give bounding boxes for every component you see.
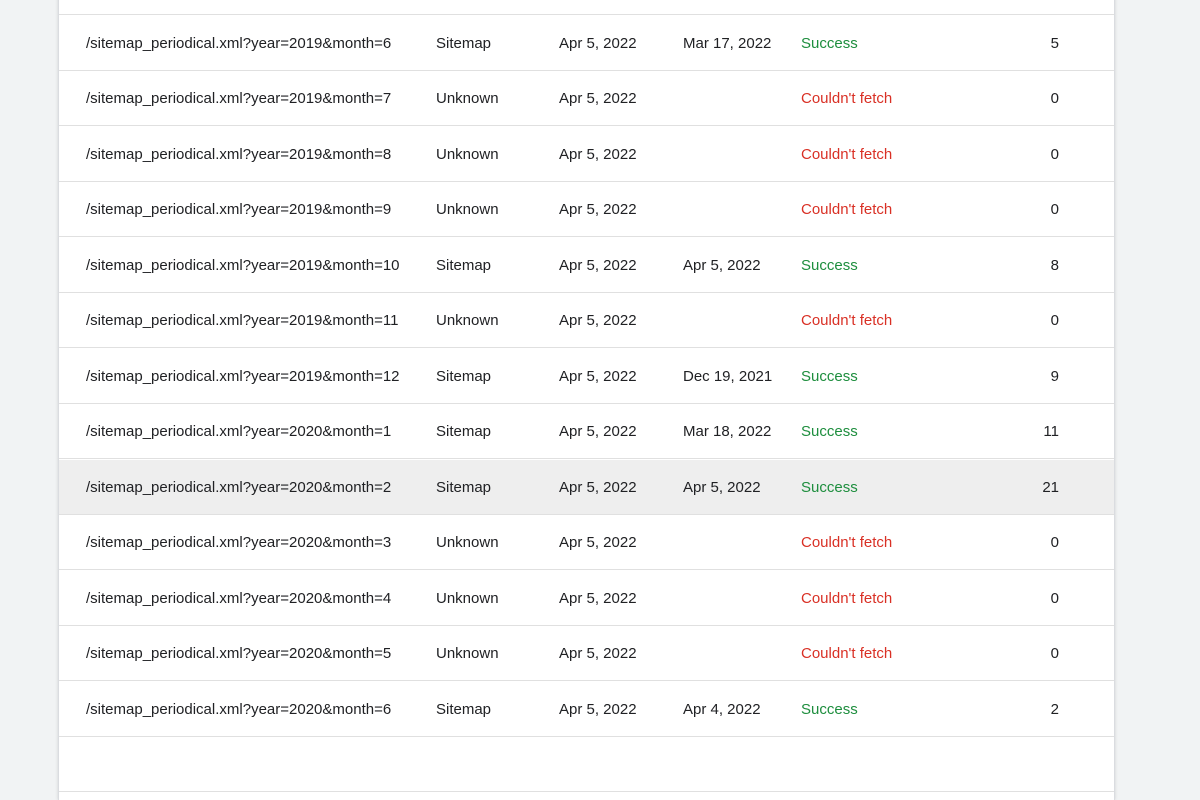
sitemap-path-cell: /sitemap_periodical.xml?year=2020&month=… [86,478,392,496]
discovered-urls-cell: 0 [1050,312,1059,329]
sitemap-type-cell: Unknown [436,201,499,218]
sitemap-type-cell: Sitemap [436,367,492,385]
status-cell: Couldn't fetch [801,589,893,607]
discovered-urls-cell: 0 [1050,645,1059,662]
table-row[interactable]: /sitemap_periodical.xml?year=2020&month=… [59,571,1114,626]
discovered-urls-cell: 8 [1050,256,1059,274]
table-row[interactable]: /sitemap_periodical.xml?year=2019&month=… [59,238,1114,293]
table-row[interactable]: /sitemap_periodical.xml?year=2019&month=… [59,16,1114,71]
sitemap-type-cell: Unknown [436,145,499,163]
discovered-urls-cell: 0 [1050,90,1059,107]
discovered-urls-cell: 0 [1050,589,1059,607]
submitted-date-cell: Apr 5, 2022 [559,367,637,385]
discovered-urls-cell: 0 [1050,145,1059,163]
table-row[interactable]: /sitemap_periodical.xml?year=2020&month=… [59,404,1114,459]
status-cell: Success [801,700,858,718]
sitemap-path-cell: /sitemap_periodical.xml?year=2020&month=… [86,534,392,551]
table-row[interactable] [59,737,1114,792]
submitted-date-cell: Apr 5, 2022 [559,312,637,329]
discovered-urls-cell: 0 [1050,534,1059,551]
discovered-urls-cell [959,737,1059,792]
discovered-urls-cell: 21 [1042,478,1059,496]
submitted-date-cell: Apr 5, 2022 [559,645,637,662]
status-cell: Success [801,256,858,274]
sitemap-path-cell: /sitemap_periodical.xml?year=2019&month=… [86,145,392,163]
status-cell: Success [801,423,858,440]
last-read-date-cell: Apr 5, 2022 [683,256,761,274]
sitemap-type-cell: Sitemap [436,700,492,718]
status-cell: Success [801,367,858,385]
table-row[interactable]: /sitemap_periodical.xml?year=2020&month=… [59,515,1114,570]
sitemap-path-cell: /sitemap_periodical.xml?year=2020&month=… [86,700,392,718]
last-read-date-cell: Mar 18, 2022 [683,423,772,440]
last-read-date-cell: Mar 17, 2022 [683,34,772,52]
submitted-date-cell: Apr 5, 2022 [559,256,637,274]
sitemap-path-cell: /sitemap_periodical.xml?year=2019&month=… [86,90,392,107]
last-read-date-cell: Apr 4, 2022 [683,700,761,718]
sitemap-path-cell: /sitemap_periodical.xml?year=2020&month=… [86,589,392,607]
sitemap-type-cell: Sitemap [436,34,492,52]
submitted-date-cell: Apr 5, 2022 [559,90,637,107]
sitemap-path-cell: /sitemap_periodical.xml?year=2019&month=… [86,367,400,385]
last-read-date-cell: Apr 5, 2022 [683,478,761,496]
submitted-date-cell: Apr 5, 2022 [559,478,637,496]
sitemap-type-cell: Sitemap [436,256,492,274]
table-row[interactable]: /sitemap_periodical.xml?year=2019&month=… [59,293,1114,348]
sitemap-type-cell: Unknown [436,312,499,329]
sitemap-path-cell: /sitemap_periodical.xml?year=2020&month=… [86,645,392,662]
sitemap-type-cell: Unknown [436,90,499,107]
submitted-date-cell: Apr 5, 2022 [559,201,637,218]
table-row[interactable]: /sitemap_periodical.xml?year=2019&month=… [59,71,1114,126]
sitemap-type-cell: Unknown [436,534,499,551]
sitemap-path-cell: /sitemap_periodical.xml?year=2019&month=… [86,34,392,52]
status-cell: Success [801,478,858,496]
sitemap-type-cell: Sitemap [436,478,492,496]
submitted-date-cell: Apr 5, 2022 [559,423,637,440]
sitemap-path-cell: /sitemap_periodical.xml?year=2019&month=… [86,312,399,329]
discovered-urls-cell: 0 [1050,201,1059,218]
status-cell: Couldn't fetch [801,534,893,551]
submitted-date-cell: Apr 5, 2022 [559,145,637,163]
sitemap-type-cell: Sitemap [436,423,492,440]
sitemap-path-cell: /sitemap_periodical.xml?year=2019&month=… [86,201,392,218]
discovered-urls-cell: 11 [1043,423,1059,440]
table-row[interactable]: /sitemap_periodical.xml?year=2019&month=… [59,182,1114,237]
sitemap-type-cell: Unknown [436,645,499,662]
table-row[interactable]: /sitemap_periodical.xml?year=2019&month=… [59,349,1114,404]
discovered-urls-cell: 5 [1050,34,1059,52]
table-row[interactable] [59,0,1114,15]
discovered-urls-cell [959,0,1059,15]
discovered-urls-cell: 2 [1050,700,1059,718]
status-cell: Couldn't fetch [801,145,893,163]
submitted-date-cell: Apr 5, 2022 [559,34,637,52]
status-cell: Couldn't fetch [801,645,893,662]
status-cell: Couldn't fetch [801,201,893,218]
sitemap-path-cell: /sitemap_periodical.xml?year=2019&month=… [86,256,400,274]
last-read-date-cell: Dec 19, 2021 [683,367,773,385]
discovered-urls-cell: 9 [1050,367,1059,385]
sitemap-path-cell: /sitemap_periodical.xml?year=2020&month=… [86,423,392,440]
status-cell: Couldn't fetch [801,312,893,329]
table-row[interactable]: /sitemap_periodical.xml?year=2020&month=… [59,459,1114,515]
sitemaps-table-card: /sitemap_periodical.xml?year=2019&month=… [58,0,1115,800]
sitemap-type-cell: Unknown [436,589,499,607]
submitted-date-cell: Apr 5, 2022 [559,534,637,551]
table-row[interactable]: /sitemap_periodical.xml?year=2020&month=… [59,626,1114,681]
status-cell: Success [801,34,858,52]
table-row[interactable]: /sitemap_periodical.xml?year=2020&month=… [59,682,1114,737]
submitted-date-cell: Apr 5, 2022 [559,589,637,607]
table-row[interactable]: /sitemap_periodical.xml?year=2019&month=… [59,127,1114,182]
status-cell: Couldn't fetch [801,90,893,107]
submitted-date-cell: Apr 5, 2022 [559,700,637,718]
